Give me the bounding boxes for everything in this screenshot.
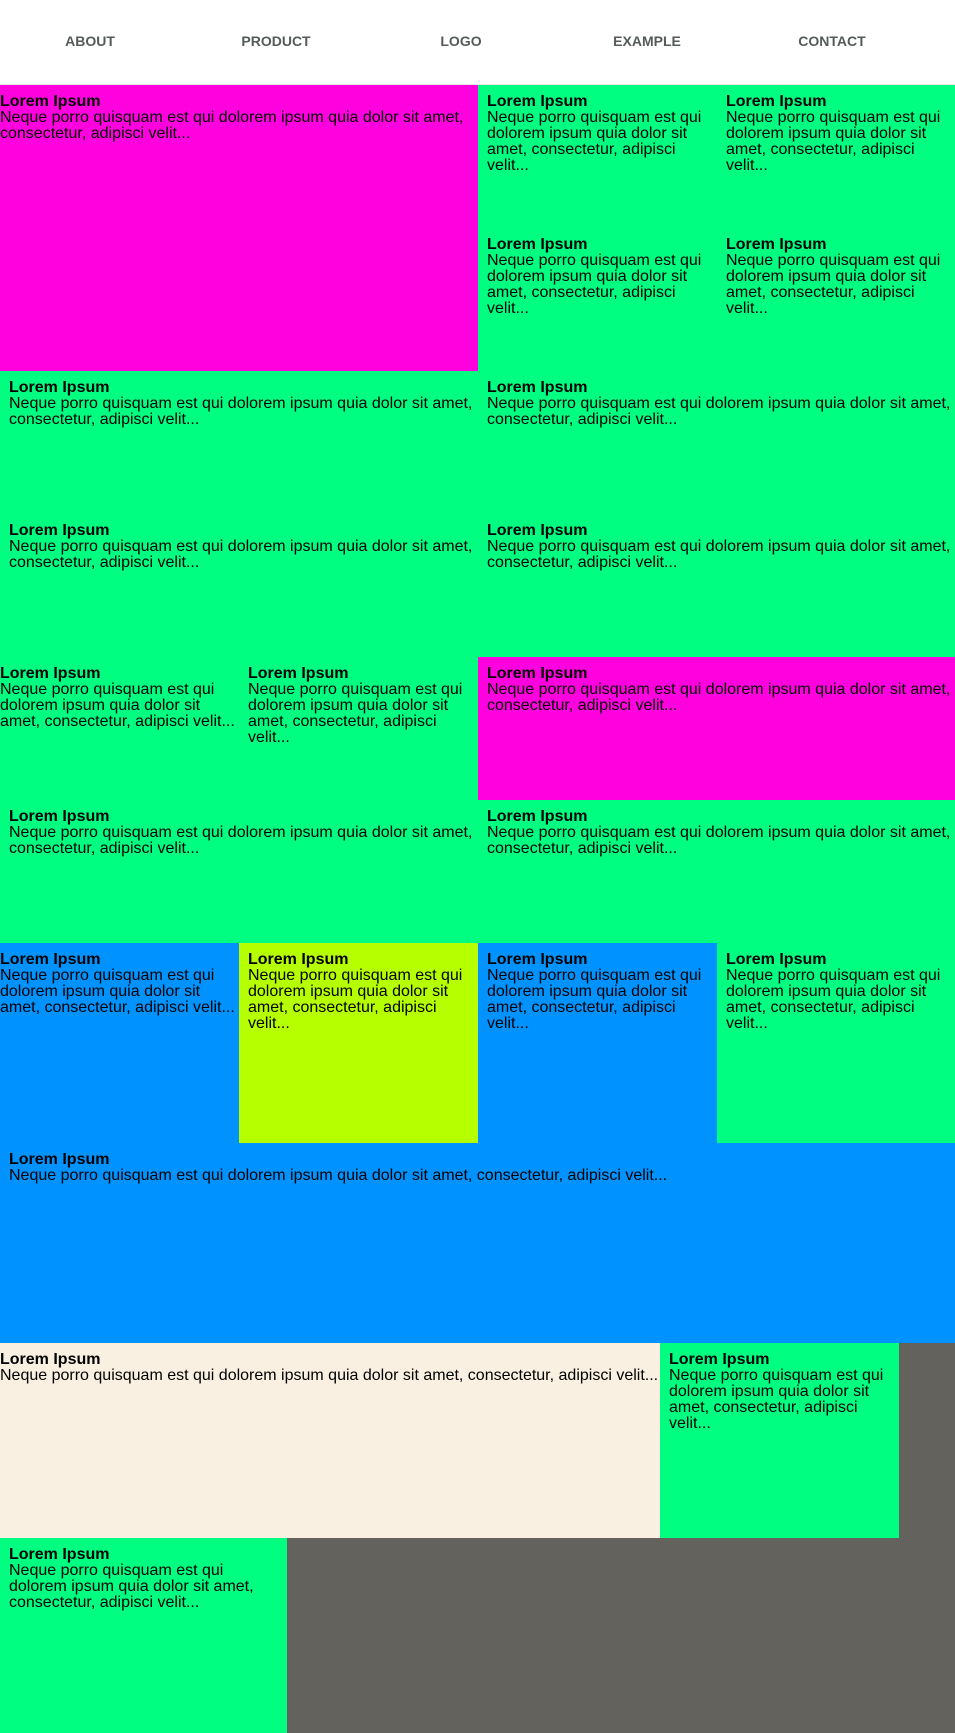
tile-featured: Lorem Ipsum Neque porro quisquam est qui… xyxy=(0,85,478,371)
tile-title: Lorem Ipsum xyxy=(487,93,588,110)
tile-card: Lorem Ipsum Neque porro quisquam est qui… xyxy=(478,228,717,371)
tile-text: Neque porro quisquam est qui dolorem ips… xyxy=(487,538,951,571)
nav-logo[interactable]: LOGO xyxy=(440,33,481,49)
tile-wide: Lorem Ipsum Neque porro quisquam est qui… xyxy=(0,1143,955,1343)
tile-card: Lorem Ipsum Neque porro quisquam est qui… xyxy=(0,657,248,800)
tile-title: Lorem Ipsum xyxy=(0,665,101,682)
tile-card: Lorem Ipsum Neque porro quisquam est qui… xyxy=(717,228,955,371)
tile-text: Neque porro quisquam est qui dolorem ips… xyxy=(726,109,941,174)
tile-title: Lorem Ipsum xyxy=(248,951,349,968)
tile-text: Neque porro quisquam est qui dolorem ips… xyxy=(9,538,473,571)
tile-text: Neque porro quisquam est qui dolorem ips… xyxy=(9,395,473,428)
tile-title: Lorem Ipsum xyxy=(726,236,827,253)
tile-card: Lorem Ipsum Neque porro quisquam est qui… xyxy=(478,800,955,943)
tile-title: Lorem Ipsum xyxy=(726,951,827,968)
tile-card: Lorem Ipsum Neque porro quisquam est qui… xyxy=(717,943,955,1143)
tile-title: Lorem Ipsum xyxy=(9,808,110,825)
top-navigation: ABOUT PRODUCT LOGO EXAMPLE CONTACT xyxy=(0,0,955,85)
tile-text: Neque porro quisquam est qui dolorem ips… xyxy=(487,395,951,428)
tile-title: Lorem Ipsum xyxy=(487,236,588,253)
tile-card: Lorem Ipsum Neque porro quisquam est qui… xyxy=(0,371,478,514)
tile-card: Lorem Ipsum Neque porro quisquam est qui… xyxy=(478,514,955,657)
tile-title: Lorem Ipsum xyxy=(9,522,110,539)
tile-card: Lorem Ipsum Neque porro quisquam est qui… xyxy=(478,371,955,514)
tile-text: Neque porro quisquam est qui dolorem ips… xyxy=(726,967,941,1032)
tile-text: Neque porro quisquam est qui dolorem ips… xyxy=(487,967,702,1032)
nav-contact[interactable]: CONTACT xyxy=(798,33,865,49)
tile-card: Lorem Ipsum Neque porro quisquam est qui… xyxy=(478,85,717,228)
tile-text: Neque porro quisquam est qui dolorem ips… xyxy=(487,109,702,174)
tile-card: Lorem Ipsum Neque porro quisquam est qui… xyxy=(0,514,478,657)
tile-card: Lorem Ipsum Neque porro quisquam est qui… xyxy=(248,657,478,800)
tile-text: Neque porro quisquam est qui dolorem ips… xyxy=(669,1367,884,1432)
tile-title: Lorem Ipsum xyxy=(9,379,110,396)
tile-title: Lorem Ipsum xyxy=(487,808,588,825)
tile-card: Lorem Ipsum Neque porro quisquam est qui… xyxy=(239,943,478,1143)
tile-card: Lorem Ipsum Neque porro quisquam est qui… xyxy=(660,1343,899,1538)
tile-title: Lorem Ipsum xyxy=(0,951,101,968)
tile-card: Lorem Ipsum Neque porro quisquam est qui… xyxy=(0,800,478,943)
tile-title: Lorem Ipsum xyxy=(726,93,827,110)
nav-product[interactable]: PRODUCT xyxy=(241,33,310,49)
tile-title: Lorem Ipsum xyxy=(669,1351,770,1368)
tile-text: Neque porro quisquam est qui dolorem ips… xyxy=(0,109,464,142)
tile-card: Lorem Ipsum Neque porro quisquam est qui… xyxy=(0,1538,287,1733)
tile-text: Neque porro quisquam est qui dolorem ips… xyxy=(0,681,235,730)
tile-card: Lorem Ipsum Neque porro quisquam est qui… xyxy=(0,943,239,1143)
nav-about[interactable]: ABOUT xyxy=(65,33,115,49)
tile-text: Neque porro quisquam est qui dolorem ips… xyxy=(248,681,463,746)
tile-title: Lorem Ipsum xyxy=(487,951,588,968)
tile-text: Neque porro quisquam est qui dolorem ips… xyxy=(0,967,235,1016)
tile-text: Neque porro quisquam est qui dolorem ips… xyxy=(0,1367,659,1384)
tile-title: Lorem Ipsum xyxy=(487,522,588,539)
tile-text: Neque porro quisquam est qui dolorem ips… xyxy=(726,252,941,317)
tile-text: Neque porro quisquam est qui dolorem ips… xyxy=(248,967,463,1032)
tile-text: Neque porro quisquam est qui dolorem ips… xyxy=(487,252,702,317)
tile-title: Lorem Ipsum xyxy=(9,1151,110,1168)
tile-title: Lorem Ipsum xyxy=(0,1351,101,1368)
tile-card: Lorem Ipsum Neque porro quisquam est qui… xyxy=(0,1343,660,1538)
tile-title: Lorem Ipsum xyxy=(9,1546,110,1563)
tile-text: Neque porro quisquam est qui dolorem ips… xyxy=(9,1562,254,1611)
tile-card: Lorem Ipsum Neque porro quisquam est qui… xyxy=(717,85,955,228)
tile-text: Neque porro quisquam est qui dolorem ips… xyxy=(487,681,951,714)
tile-title: Lorem Ipsum xyxy=(487,379,588,396)
tile-text: Neque porro quisquam est qui dolorem ips… xyxy=(9,1167,668,1184)
tile-highlight: Lorem Ipsum Neque porro quisquam est qui… xyxy=(478,657,955,800)
tile-text: Neque porro quisquam est qui dolorem ips… xyxy=(487,824,951,857)
tile-text: Neque porro quisquam est qui dolorem ips… xyxy=(9,824,473,857)
tile-title: Lorem Ipsum xyxy=(0,93,101,110)
tile-title: Lorem Ipsum xyxy=(248,665,349,682)
nav-example[interactable]: EXAMPLE xyxy=(613,33,681,49)
tile-card: Lorem Ipsum Neque porro quisquam est qui… xyxy=(478,943,717,1143)
tile-title: Lorem Ipsum xyxy=(487,665,588,682)
